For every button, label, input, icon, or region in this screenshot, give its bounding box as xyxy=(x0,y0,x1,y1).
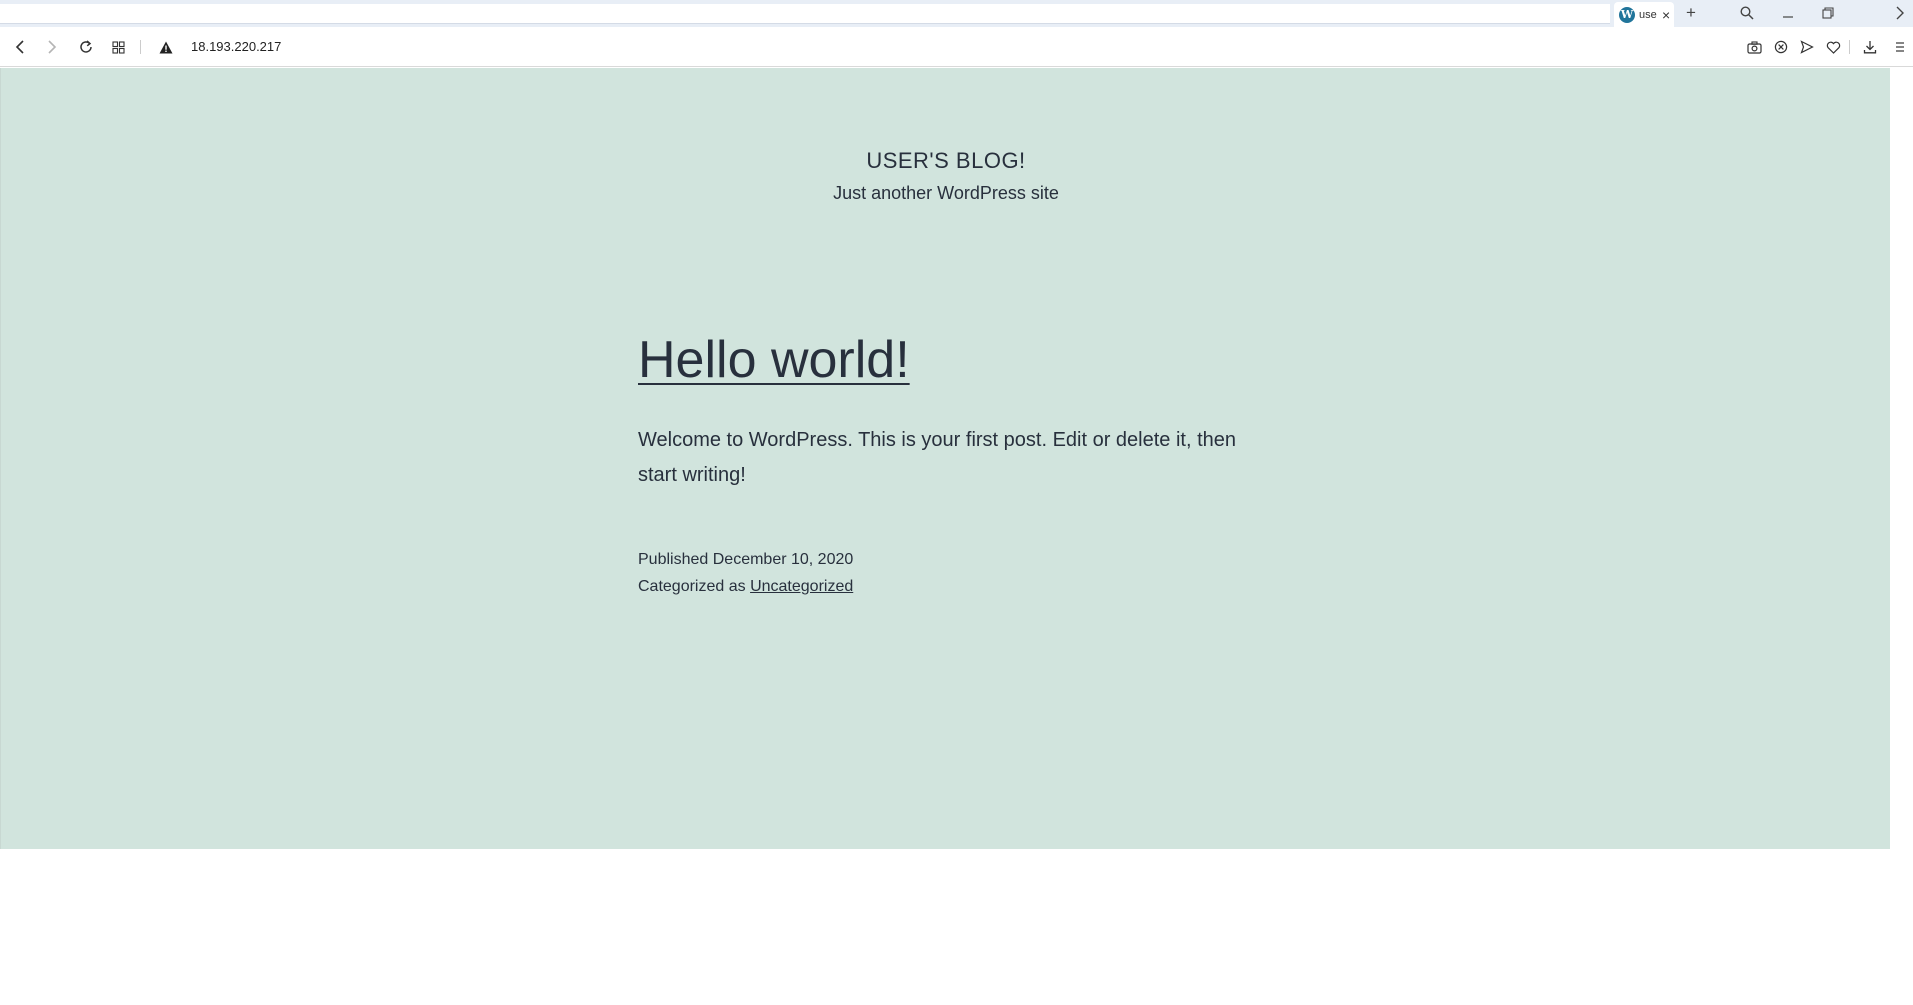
address-bar[interactable]: 18.193.220.217 xyxy=(191,39,281,54)
restore-button[interactable] xyxy=(1816,3,1840,23)
site-security-button[interactable] xyxy=(156,37,176,57)
search-icon xyxy=(1740,6,1754,20)
reload-icon xyxy=(80,40,92,53)
site-title[interactable]: USER'S BLOG! xyxy=(1,148,1891,174)
restore-icon xyxy=(1822,7,1834,19)
wordpress-icon: W xyxy=(1619,6,1635,23)
forward-icon xyxy=(48,40,57,54)
more-tabs-button[interactable] xyxy=(1889,3,1911,23)
category-link[interactable]: Uncategorized xyxy=(750,578,853,595)
warning-icon xyxy=(159,41,173,53)
post-title-link[interactable]: Hello world! xyxy=(638,330,910,390)
more-icon xyxy=(1896,6,1904,20)
toolbar-divider xyxy=(1849,40,1850,54)
block-icon xyxy=(1774,40,1788,54)
site-description: Just another WordPress site xyxy=(833,183,1059,203)
speed-dial-button[interactable] xyxy=(108,37,128,57)
reload-button[interactable] xyxy=(76,37,96,57)
download-icon xyxy=(1863,41,1877,54)
heart-icon xyxy=(1826,41,1840,54)
send-icon xyxy=(1800,40,1814,54)
easy-setup-button[interactable] xyxy=(1889,37,1909,57)
forward-button[interactable] xyxy=(42,37,62,57)
page-viewport: USER'S BLOG! Just another WordPress site… xyxy=(0,68,1890,849)
downloads-button[interactable] xyxy=(1860,37,1880,57)
tab-active[interactable]: W use × xyxy=(1614,2,1674,27)
snapshot-button[interactable] xyxy=(1744,37,1764,57)
new-tab-button[interactable]: + xyxy=(1679,3,1703,23)
published-label: Published xyxy=(638,551,709,568)
flow-button[interactable] xyxy=(1797,37,1817,57)
back-icon xyxy=(15,40,24,54)
camera-icon xyxy=(1746,40,1762,54)
post-published: Published December 10, 2020 xyxy=(638,546,853,573)
browser-toolbar: 18.193.220.217 xyxy=(0,27,1913,67)
toolbar-divider xyxy=(140,40,141,54)
speed-dial-icon xyxy=(111,40,125,54)
minimize-icon xyxy=(1783,16,1793,18)
tab-track xyxy=(0,4,1610,24)
tab-title: use xyxy=(1639,8,1657,21)
category-label: Categorized as xyxy=(638,578,746,595)
ad-blocker-button[interactable] xyxy=(1771,37,1791,57)
plus-icon: + xyxy=(1686,3,1696,22)
minimize-button[interactable] xyxy=(1776,3,1800,23)
menu-icon xyxy=(1896,42,1904,52)
search-tabs-button[interactable] xyxy=(1735,3,1759,23)
tab-close-icon[interactable]: × xyxy=(1662,8,1670,22)
published-date: December 10, 2020 xyxy=(712,551,854,568)
back-button[interactable] xyxy=(10,37,30,57)
post-category: Categorized as Uncategorized xyxy=(638,573,853,600)
post-meta: Published December 10, 2020 Categorized … xyxy=(638,546,853,600)
favorites-button[interactable] xyxy=(1823,37,1843,57)
tab-strip: W use × + xyxy=(0,0,1913,27)
post-excerpt: Welcome to WordPress. This is your first… xyxy=(638,429,1237,486)
